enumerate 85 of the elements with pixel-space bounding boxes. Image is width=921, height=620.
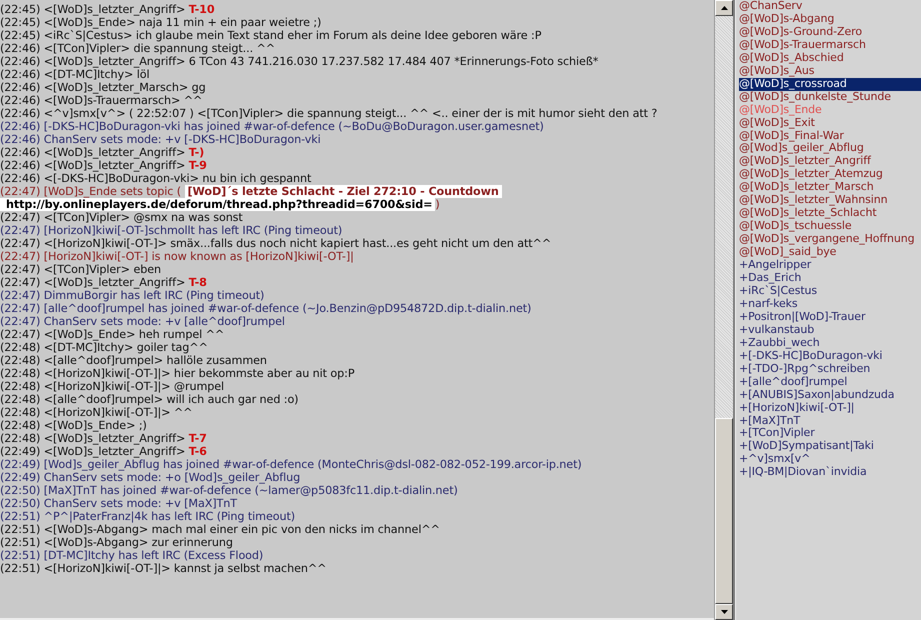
nick-item[interactable]: @[WoD]s_Aus: [739, 64, 921, 78]
chat-line: (22:50) ChanServ sets mode: +v [MaX]TnT: [0, 497, 238, 510]
scrollbar[interactable]: [714, 0, 733, 620]
nick-item[interactable]: @[WoD]s_Final-War: [739, 130, 921, 142]
chat-line: (22:47) <[HorizoN]kiwi[-OT-]> smäx...falls dus noch nicht kapiert hast...es geht nicht um den att^^: [0, 237, 552, 250]
chat-line: (22:46) <[WoD]s_letzter_Angriff> T-): [0, 146, 206, 159]
nick-item[interactable]: @[WoD]s_Abschied: [739, 52, 921, 65]
nick-item[interactable]: +vulkanstaub: [739, 324, 921, 337]
chat-line: (22:45) <[WoD]s_letzter_Angriff> T-10: [0, 3, 216, 16]
nick-item[interactable]: +Das_Erich: [739, 272, 921, 285]
chat-line: (22:48) <[DT-MC]Itchy> goiler tag^^: [0, 341, 209, 354]
nick-item[interactable]: +narf-keks: [739, 298, 921, 311]
chat-line: (22:51) [DT-MC]Itchy has left IRC (Excess Flood): [0, 549, 264, 562]
nick-item[interactable]: @[WoD]s_letzte_Schlacht: [739, 207, 921, 220]
chat-line: (22:49) ChanServ sets mode: +o [Wod]s_geiler_Abflug: [0, 471, 302, 484]
chat-line: (22:48) <[HorizoN]kiwi[-OT-]|> hier bekommste aber au nit op:P: [0, 367, 356, 380]
chat-line: (22:48) <[alle^doof]rumpel> hallöle zusammen: [0, 354, 268, 367]
chat-line: (22:46) <[WoD]s_letzter_Angriff> T-9: [0, 159, 208, 172]
chat-line: (22:46) <[WoD]s_letzter_Angriff> 6 TCon 43 741.216.030 17.237.582 17.484 407 *Erinnerungs-Foto schieß*: [0, 55, 600, 68]
chat-line: (22:51) <[HorizoN]kiwi[-OT-]|> kannst ja selbst machen^^: [0, 562, 328, 575]
nick-item[interactable]: +Zaubbi_wech: [739, 336, 921, 350]
nick-item[interactable]: @[WoD]s_letzter_Atemzug: [739, 168, 921, 182]
nick-item[interactable]: +Angelripper: [739, 259, 921, 272]
chat-line: (22:46) <[-DKS-HC]BoDuragon-vki> nu bin ich gespannt: [0, 172, 312, 185]
chat-line: (22:48) <[WoD]s_letzter_Angriff> T-7: [0, 432, 208, 445]
chat-line: (22:47) ChanServ sets mode: +v [alle^doof]rumpel: [0, 315, 286, 328]
nick-item[interactable]: @[WoD]s_letzter_Marsch: [739, 181, 921, 194]
nick-item[interactable]: @[WoD]s-Trauermarsch: [739, 38, 921, 52]
chat-line: (22:48) <[WoD]s_Ende> ;): [0, 419, 148, 432]
chat-line: (22:47) [alle^doof]rumpel has joined #war-of-defence (~Jo.Benzin@pD954872D.dip.t-dialin.net): [0, 302, 532, 315]
chat-line: (22:46) <[WoD]s-Trauermarsch> ^^: [0, 94, 204, 107]
chat-line: (22:47) <[TCon]Vipler> @smx na was sonst: [0, 211, 244, 224]
nick-item[interactable]: +iRc`S|Cestus: [739, 284, 921, 298]
chat-line: (22:46) [-DKS-HC]BoDuragon-vki has joined #war-of-defence (~BoDu@BoDuragon.user.gamesnet): [0, 120, 545, 133]
chat-line: (22:47) [HorizoN]kiwi[-OT-] is now known as [HorizoN]kiwi[-OT-]|: [0, 250, 355, 263]
nick-item[interactable]: @[WoD]s_dunkelste_Stunde: [739, 90, 921, 104]
nick-item[interactable]: +|IQ-BM|Diovan`invidia: [739, 466, 921, 480]
chat-line: (22:46) <[TCon]Vipler> die spannung steigt... ^^: [0, 42, 276, 55]
chat-line: (22:46) <[WoD]s_letzter_Marsch> gg: [0, 81, 207, 94]
chat-line: (22:51) ^P^|PaterFranz|4k has left IRC (Ping timeout): [0, 510, 296, 523]
nick-item[interactable]: +[ANUBIS]Saxon|abundzuda: [739, 388, 921, 402]
nick-item[interactable]: @[WoD]_said_bye: [739, 246, 921, 260]
scroll-up-button[interactable]: [715, 0, 733, 16]
up-arrow-icon: [720, 6, 728, 10]
chat-line: (22:46) <[DT-MC]Itchy> löl: [0, 68, 151, 81]
chat-line: (22:45) <iRc`S|Cestus> ich glaube mein Text stand eher im Forum als deine Idee geboren wäre :P: [0, 29, 542, 42]
chat-line: (22:46) <^v]smx[v^> ( 22:52:07 ) <[TCon]Vipler> die spannung steigt... ^^ <.. einer der is mit humor sieht den att ?: [0, 107, 658, 120]
nick-item[interactable]: @[WoD]s_vergangene_Hoffnung: [739, 233, 921, 246]
nick-item[interactable]: +[-TDO-]Rpg^schreiben: [739, 362, 921, 376]
nick-item[interactable]: @[WoD]s-Ground-Zero: [739, 26, 921, 39]
scroll-down-button[interactable]: [715, 604, 733, 620]
chat-line: (22:46) ChanServ sets mode: +v [-DKS-HC]BoDuragon-vki: [0, 133, 322, 146]
chat-line: (22:47) DimmuBorgir has left IRC (Ping timeout): [0, 289, 266, 302]
nick-item[interactable]: @[Wod]s_geiler_Abflug: [739, 142, 921, 156]
chat-line: (22:47) [HorizoN]kiwi[-OT-]schmollt has left IRC (Ping timeout): [0, 224, 344, 237]
chat-line: (22:49) [Wod]s_geiler_Abflug has joined #war-of-defence (MonteChris@dsl-082-082-052-199.arcor-ip.net): [0, 458, 583, 471]
chat-line: (22:49) <[WoD]s_letzter_Angriff> T-6: [0, 445, 208, 458]
down-arrow-icon: [720, 610, 728, 614]
topic-line: (22:47) [WoD]s_Ende sets topic ( [WoD]´s letzte Schlacht - Ziel 272:10 - Countdown: [0, 185, 714, 198]
nick-item[interactable]: @[WoD]s_tschuessle: [739, 220, 921, 234]
nick-item[interactable]: +Positron|[WoD]-Trauer: [739, 310, 921, 324]
chat-line: (22:47) <[WoD]s_Ende> heh rumpel ^^: [0, 328, 226, 341]
chat-line: (22:51) <[WoD]s-Abgang> zur erinnerung: [0, 536, 234, 549]
chat-line: (22:50) [MaX]TnT has joined #war-of-defence (~lamer@p5083fc11.dip.t-dialin.net): [0, 484, 459, 497]
chat-line: (22:47) <[TCon]Vipler> eben: [0, 263, 162, 276]
nick-item[interactable]: @[WoD]s_Exit: [739, 116, 921, 130]
nick-item[interactable]: @[WoD]s_letzter_Angriff: [739, 155, 921, 168]
chat-line: (22:48) <[HorizoN]kiwi[-OT-]|> ^^: [0, 406, 194, 419]
nick-item[interactable]: @[WoD]s_letzter_Wahnsinn: [739, 194, 921, 208]
nick-item[interactable]: @[WoD]s_crossroad: [739, 78, 921, 91]
chat-line: (22:45) <[WoD]s_Ende> naja 11 min + ein paar weietre ;): [0, 16, 322, 29]
nick-item[interactable]: +[alle^doof]rumpel: [739, 376, 921, 389]
nick-item[interactable]: +[HorizoN]kiwi[-OT-]|: [739, 402, 921, 414]
chat-line: (22:48) <[alle^doof]rumpel> will ich auch gar ned :o): [0, 393, 300, 406]
nick-item[interactable]: +[WoD]Sympatisant|Taki: [739, 440, 921, 454]
nick-item[interactable]: +[-DKS-HC]BoDuragon-vki: [739, 350, 921, 363]
nick-item[interactable]: +^v]smx[v^: [739, 453, 921, 466]
scroll-thumb[interactable]: [715, 418, 733, 604]
nick-item[interactable]: @ChanServ: [739, 0, 921, 13]
chat-line: (22:48) <[HorizoN]kiwi[-OT-]|> @rumpel: [0, 380, 226, 393]
nick-item[interactable]: @[WoD]s-Abgang: [739, 12, 921, 26]
chat-line: (22:47) <[WoD]s_letzter_Angriff> T-8: [0, 276, 208, 289]
nick-item[interactable]: +[MaX]TnT: [739, 414, 921, 428]
nick-item[interactable]: +[TCon]Vipler: [739, 427, 921, 440]
chat-line: (22:51) <[WoD]s-Abgang> mach mal einer ein pic von den nicks im channel^^: [0, 523, 441, 536]
